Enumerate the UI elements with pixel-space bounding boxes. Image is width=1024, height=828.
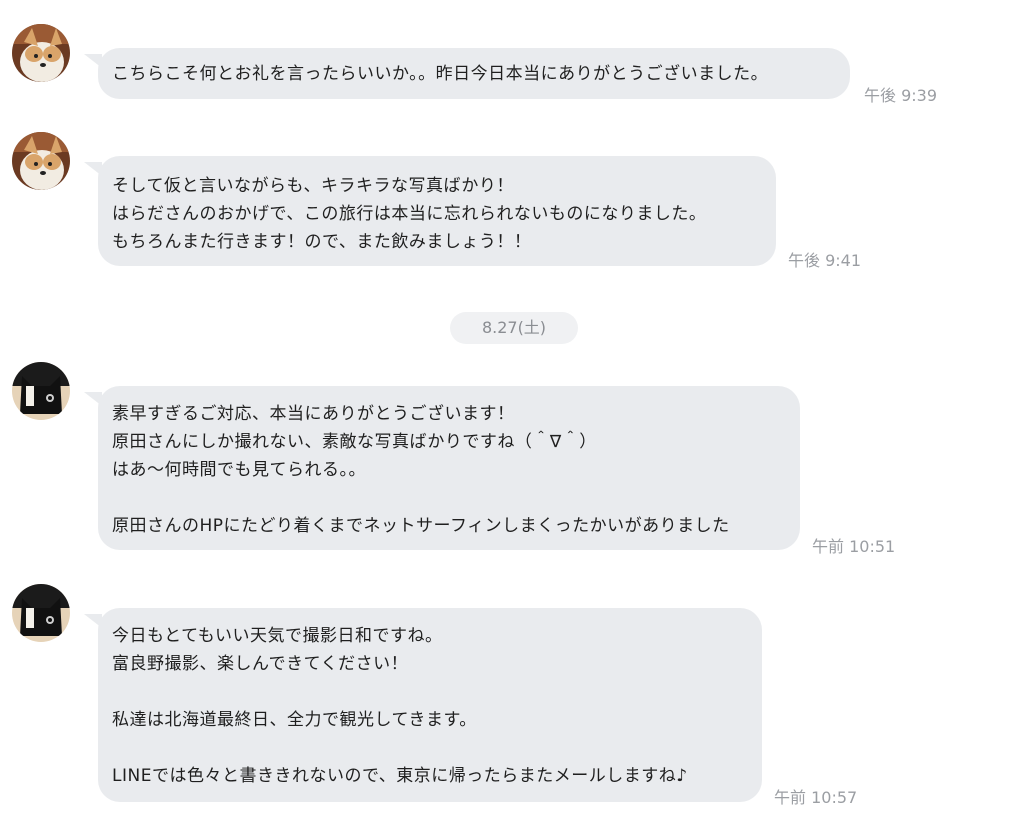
avatar[interactable]: [12, 24, 70, 82]
avatar[interactable]: [12, 132, 70, 190]
black-cat-avatar-icon: [12, 362, 70, 420]
message-bubble[interactable]: 今日もとてもいい天気で撮影日和ですね。 富良野撮影、楽しんできてください！ 私達…: [84, 608, 762, 802]
message-timestamp: 午後 9:39: [864, 86, 938, 105]
message-timestamp: 午前 10:57: [774, 788, 858, 807]
black-cat-avatar-icon: [12, 584, 70, 642]
message-bubble[interactable]: こちらこそ何とお礼を言ったらいいか。。昨日今日本当にありがとうございました。: [84, 48, 850, 99]
message-bubble[interactable]: そして仮と言いながらも、キラキラな写真ばかり！ はらださんのおかげで、この旅行は…: [84, 156, 776, 266]
corgi-avatar-icon: [12, 132, 70, 190]
message-timestamp: 午後 9:41: [788, 251, 862, 270]
corgi-avatar-icon: [12, 24, 70, 82]
message-bubble[interactable]: 素早すぎるご対応、本当にありがとうございます！ 原田さんにしか撮れない、素敵な写…: [84, 386, 800, 550]
avatar[interactable]: [12, 584, 70, 642]
avatar[interactable]: [12, 362, 70, 420]
date-separator: 8.27(土): [450, 312, 578, 344]
chat-screen: { "messages": [ { "sender": "corgi", "av…: [0, 0, 1024, 828]
message-timestamp: 午前 10:51: [812, 537, 896, 556]
